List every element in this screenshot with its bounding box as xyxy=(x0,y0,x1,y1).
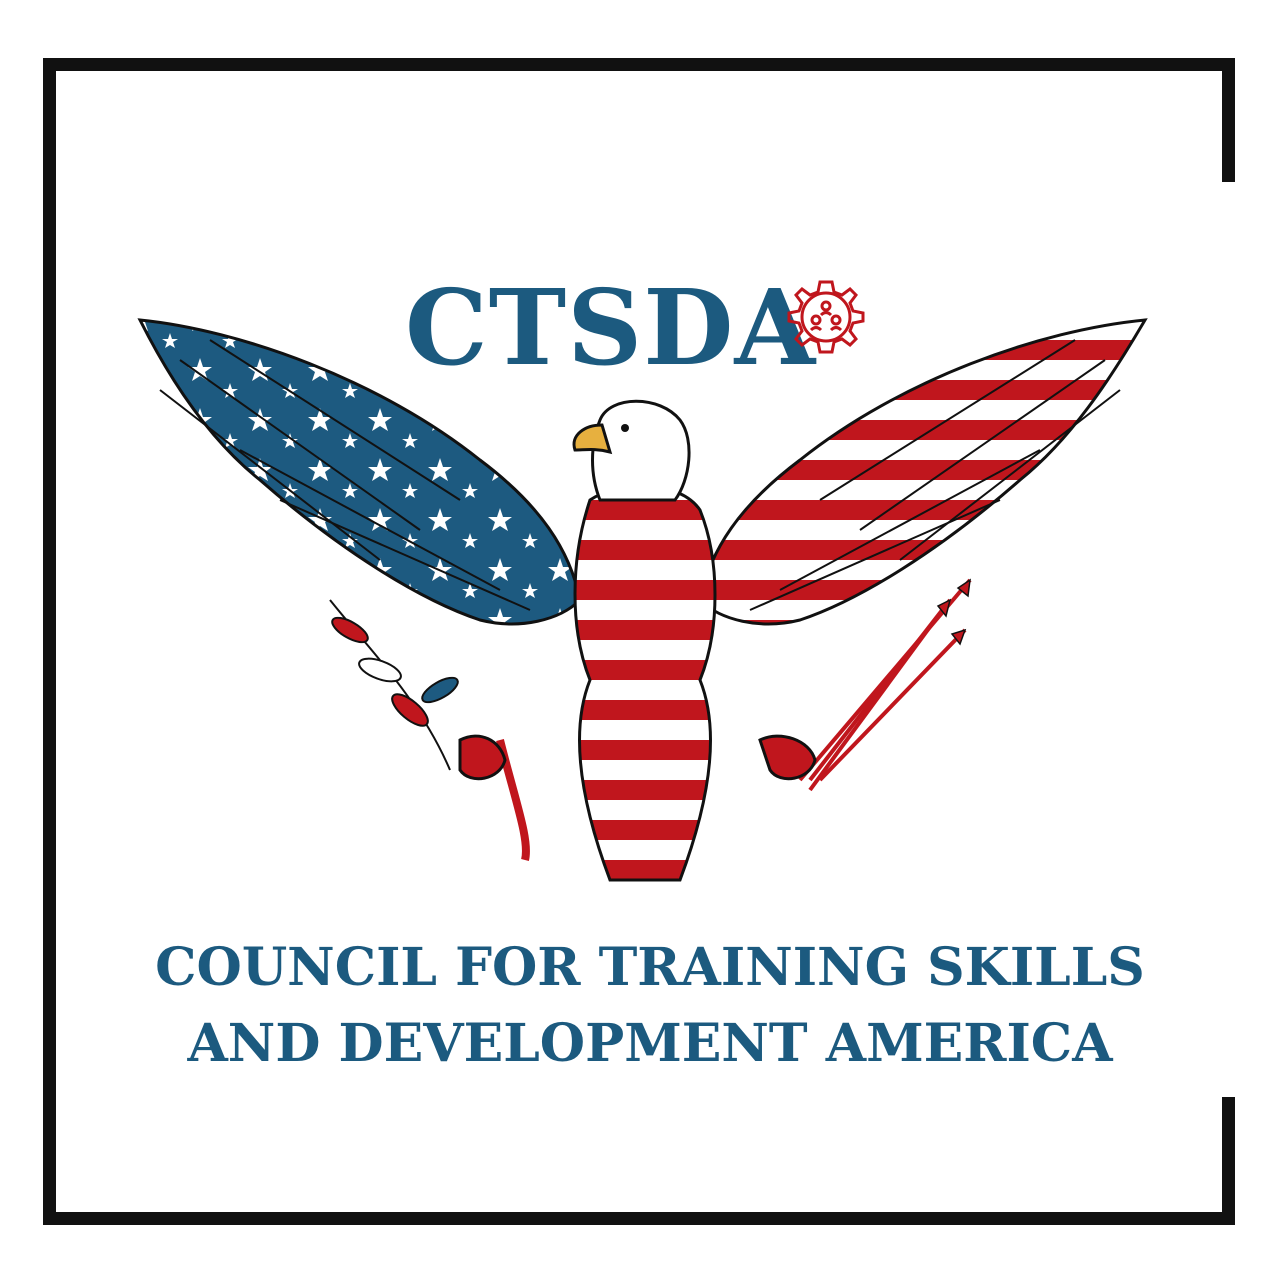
logo-acronym: CTSDA xyxy=(405,266,817,389)
frame-right-upper xyxy=(1222,58,1235,182)
organization-name-line2: AND DEVELOPMENT AMERICA xyxy=(187,1013,1113,1074)
organization-name: COUNCIL FOR TRAINING SKILLS AND DEVELOPM… xyxy=(150,930,1150,1082)
frame-top xyxy=(43,58,1235,71)
frame-left xyxy=(43,58,56,1225)
gear-people-icon xyxy=(778,270,874,366)
eagle-flag-emblem-icon xyxy=(137,318,1148,882)
frame-bottom xyxy=(43,1212,1235,1225)
frame-right-lower xyxy=(1222,1097,1235,1225)
organization-name-line1: COUNCIL FOR TRAINING SKILLS xyxy=(155,937,1145,998)
